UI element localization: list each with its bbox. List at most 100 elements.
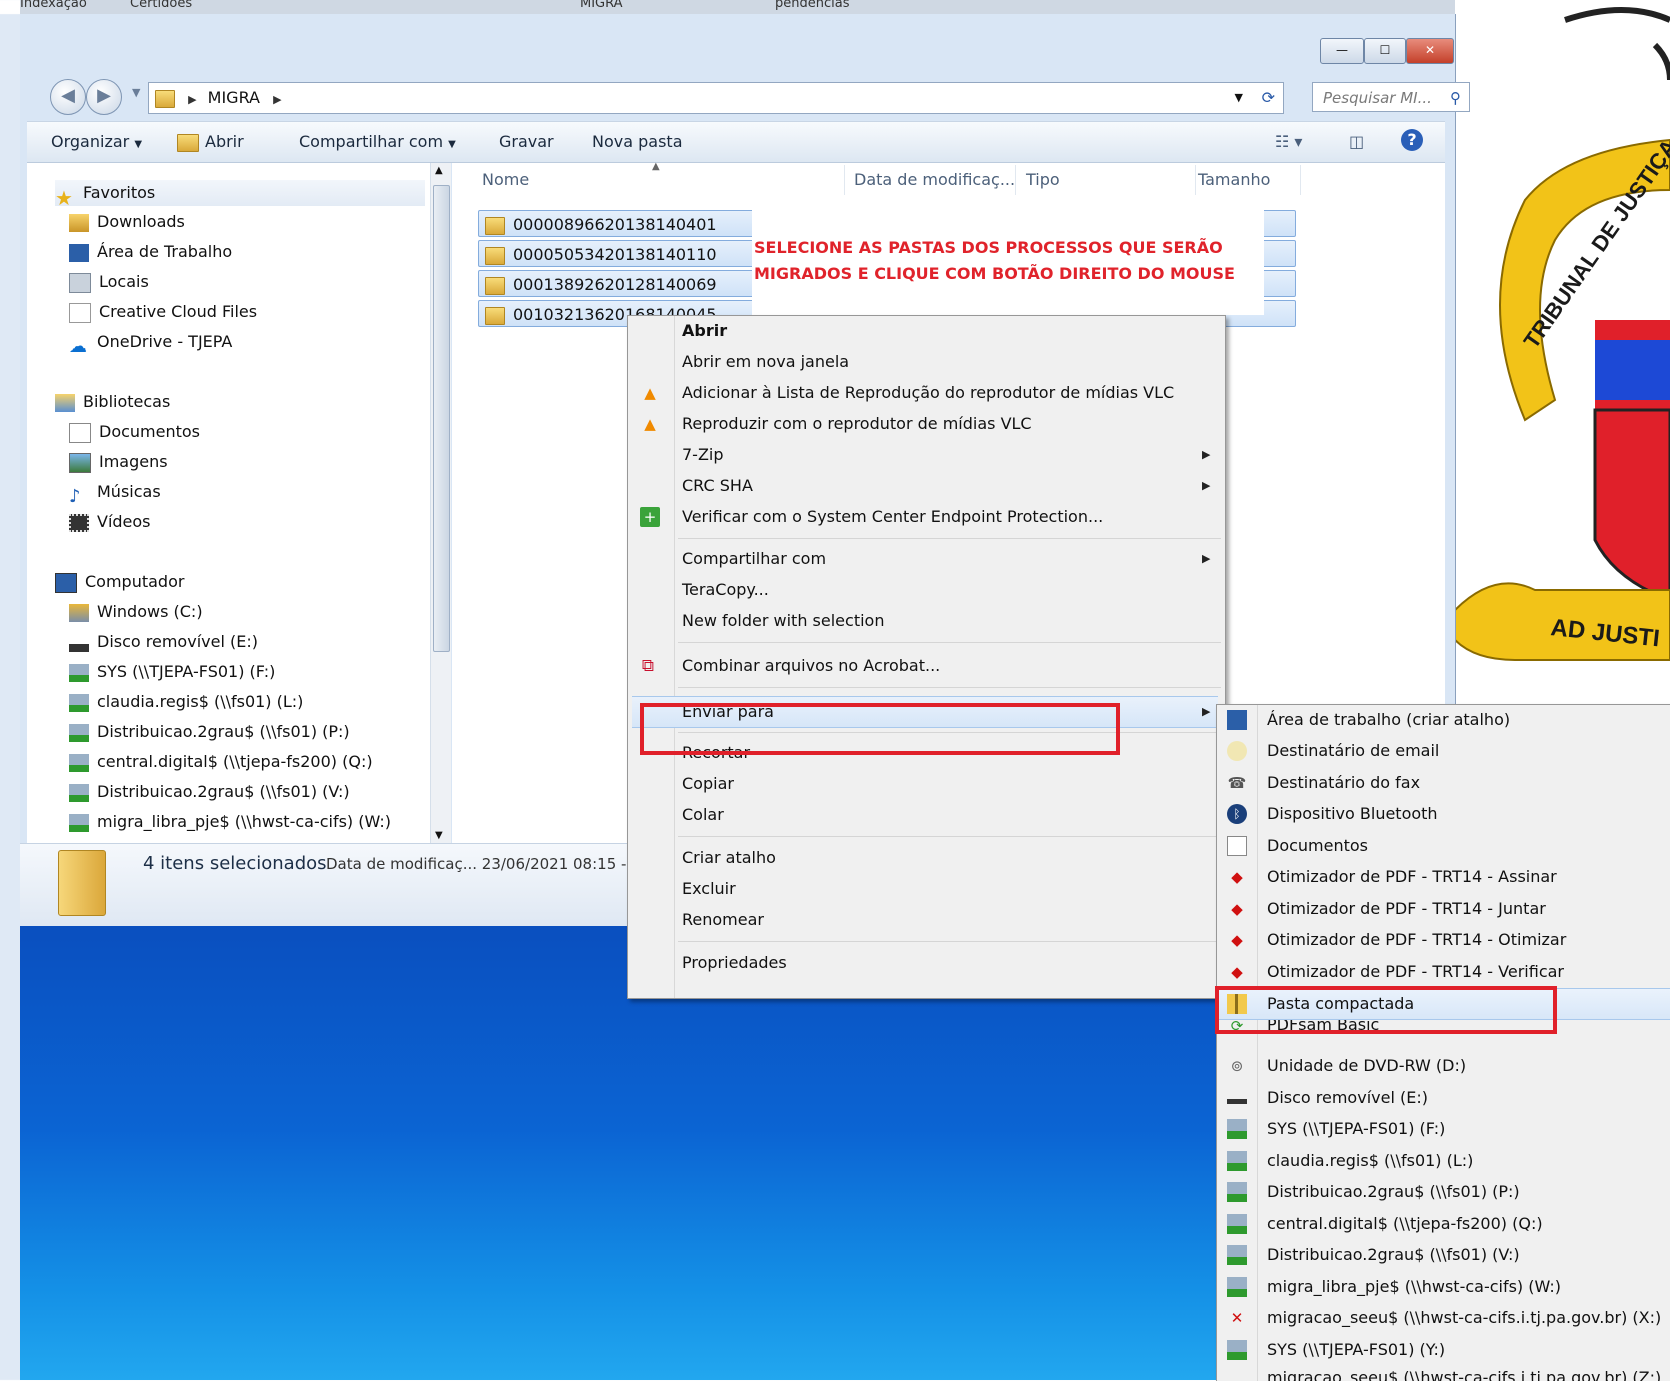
- send-to-drive-p[interactable]: Distribuicao.2grau$ (\\fs01) (P:): [1217, 1177, 1670, 1207]
- back-button[interactable]: ◀: [50, 79, 86, 115]
- dvd-drive-icon: ⊚: [1230, 1057, 1244, 1075]
- column-type[interactable]: Tipo: [1026, 170, 1060, 189]
- send-to-email[interactable]: Destinatário de email: [1217, 736, 1670, 766]
- menu-item-vlc-play[interactable]: ▲ Reproduzir com o reprodutor de mídias V…: [628, 409, 1225, 439]
- menu-item-copy[interactable]: Copiar: [628, 769, 1225, 799]
- send-to-drive-y[interactable]: SYS (\\TJEPA-FS01) (Y:): [1217, 1335, 1670, 1365]
- new-folder-button[interactable]: Nova pasta: [592, 132, 683, 151]
- nav-drive-q[interactable]: central.digital$ (\\tjepa-fs200) (Q:): [69, 749, 373, 775]
- send-to-fax[interactable]: ☎ Destinatário do fax: [1217, 768, 1670, 798]
- callout-line: SELECIONE AS PASTAS DOS PROCESSOS QUE SE…: [754, 238, 1223, 257]
- acrobat-icon: ⧉: [641, 656, 655, 676]
- send-to-drive-f[interactable]: SYS (\\TJEPA-FS01) (F:): [1217, 1114, 1670, 1144]
- view-options-icon[interactable]: ☷ ▾: [1275, 132, 1302, 151]
- history-chevron-icon[interactable]: ▼: [132, 86, 140, 99]
- close-button[interactable]: ✕: [1406, 38, 1454, 64]
- breadcrumb-chevron-icon[interactable]: ▶: [188, 93, 196, 106]
- annotation-highlight-send-to: [640, 703, 1120, 755]
- send-to-pdf-verify[interactable]: ◆ Otimizador de PDF - TRT14 - Verificar: [1217, 957, 1670, 987]
- preview-pane-icon[interactable]: ◫: [1349, 132, 1364, 151]
- menu-item-delete[interactable]: Excluir: [628, 874, 1225, 904]
- nav-item-musicas[interactable]: ♪ Músicas: [69, 479, 161, 507]
- navigation-scrollbar[interactable]: ▲ ▼: [430, 163, 451, 843]
- nav-item-downloads[interactable]: Downloads: [69, 209, 185, 235]
- send-to-documents[interactable]: Documentos: [1217, 831, 1670, 861]
- nav-drive-c[interactable]: Windows (C:): [69, 599, 203, 625]
- column-divider[interactable]: [844, 165, 845, 195]
- send-to-bluetooth[interactable]: ᛒ Dispositivo Bluetooth: [1217, 799, 1670, 829]
- maximize-button[interactable]: ☐: [1364, 38, 1406, 64]
- nav-drive-e[interactable]: Disco removível (E:): [69, 629, 258, 655]
- open-button[interactable]: Abrir: [177, 132, 244, 152]
- share-menu[interactable]: Compartilhar com ▼: [299, 132, 456, 151]
- address-box[interactable]: ▶ MIGRA ▶ ▼ ⟳: [148, 82, 1284, 114]
- scroll-down-icon[interactable]: ▼: [435, 830, 443, 841]
- nav-favorites[interactable]: ★ Favoritos: [55, 180, 425, 210]
- send-to-pdf-optimize[interactable]: ◆ Otimizador de PDF - TRT14 - Otimizar: [1217, 925, 1670, 955]
- column-divider[interactable]: [1015, 165, 1016, 195]
- send-to-drive-x[interactable]: ✕ migracao_seeu$ (\\hwst-ca-cifs.i.tj.pa.…: [1217, 1303, 1670, 1333]
- nav-item-imagens[interactable]: Imagens: [69, 449, 168, 475]
- nav-drive-w[interactable]: migra_libra_pje$ (\\hwst-ca-cifs) (W:): [69, 809, 391, 835]
- send-to-drive-w[interactable]: migra_libra_pje$ (\\hwst-ca-cifs) (W:): [1217, 1272, 1670, 1302]
- nav-item-documentos[interactable]: Documentos: [69, 419, 200, 445]
- menu-label: Abrir: [682, 321, 728, 340]
- search-input[interactable]: Pesquisar MI... ⚲: [1312, 82, 1470, 112]
- send-to-drive-z[interactable]: migracao_seeu$ (\\hwst-ca-cifs.i.tj.pa.g…: [1217, 1366, 1670, 1381]
- nav-item-locais[interactable]: Locais: [69, 269, 149, 295]
- menu-item-open[interactable]: Abrir: [628, 316, 1225, 346]
- send-to-drive-l[interactable]: claudia.regis$ (\\fs01) (L:): [1217, 1146, 1670, 1176]
- column-divider[interactable]: [1195, 165, 1196, 195]
- search-icon[interactable]: ⚲: [1450, 83, 1461, 113]
- menu-item-paste[interactable]: Colar: [628, 800, 1225, 830]
- scroll-up-icon[interactable]: ▲: [435, 165, 443, 176]
- menu-item-vlc-add[interactable]: ▲ Adicionar à Lista de Reprodução do repr…: [628, 378, 1225, 408]
- network-drive-icon: [69, 783, 89, 802]
- menu-item-open-new-window[interactable]: Abrir em nova janela: [628, 347, 1225, 377]
- send-to-pdf-join[interactable]: ◆ Otimizador de PDF - TRT14 - Juntar: [1217, 894, 1670, 924]
- nav-drive-v[interactable]: Distribuicao.2grau$ (\\fs01) (V:): [69, 779, 350, 805]
- fax-icon: ☎: [1227, 774, 1247, 792]
- nav-item-videos[interactable]: Vídeos: [69, 509, 151, 535]
- send-to-pdf-sign[interactable]: ◆ Otimizador de PDF - TRT14 - Assinar: [1217, 862, 1670, 892]
- address-dropdown-icon[interactable]: ▼: [1235, 83, 1243, 113]
- column-modified[interactable]: Data de modificaç...: [854, 170, 1015, 189]
- nav-drive-p[interactable]: Distribuicao.2grau$ (\\fs01) (P:): [69, 719, 350, 745]
- breadcrumb-migra[interactable]: MIGRA: [208, 88, 260, 107]
- nav-drive-f[interactable]: SYS (\\TJEPA-FS01) (F:): [69, 659, 275, 685]
- menu-item-7zip[interactable]: 7-Zip ▶: [628, 440, 1225, 470]
- help-icon[interactable]: ?: [1401, 129, 1423, 151]
- nav-item-desktop[interactable]: Área de Trabalho: [69, 239, 232, 265]
- nav-libraries[interactable]: Bibliotecas: [55, 389, 170, 415]
- menu-item-acrobat-combine[interactable]: ⧉ Combinar arquivos no Acrobat...: [628, 651, 1225, 681]
- breadcrumb-chevron-icon[interactable]: ▶: [273, 93, 281, 106]
- menu-item-rename[interactable]: Renomear: [628, 905, 1225, 935]
- nav-drive-l[interactable]: claudia.regis$ (\\fs01) (L:): [69, 689, 303, 715]
- send-to-drive-v[interactable]: Distribuicao.2grau$ (\\fs01) (V:): [1217, 1240, 1670, 1270]
- nav-item-creative-cloud[interactable]: Creative Cloud Files: [69, 299, 257, 325]
- menu-item-share-with[interactable]: Compartilhar com ▶: [628, 544, 1225, 574]
- send-to-desktop[interactable]: Área de trabalho (criar atalho): [1217, 705, 1670, 735]
- menu-item-properties[interactable]: Propriedades: [628, 948, 1225, 978]
- star-icon: ★: [55, 185, 73, 210]
- menu-item-teracopy[interactable]: TeraCopy...: [628, 575, 1225, 605]
- music-icon: ♪: [69, 485, 81, 507]
- menu-item-scep-scan[interactable]: + Verificar com o System Center Endpoint …: [628, 502, 1225, 532]
- menu-item-crc-sha[interactable]: CRC SHA ▶: [628, 471, 1225, 501]
- menu-item-new-folder-selection[interactable]: New folder with selection: [628, 606, 1225, 636]
- scrollbar-thumb[interactable]: [433, 185, 450, 652]
- burn-button[interactable]: Gravar: [499, 132, 554, 151]
- column-name[interactable]: Nome: [482, 170, 529, 189]
- nav-computer[interactable]: Computador: [55, 569, 184, 595]
- send-to-drive-q[interactable]: central.digital$ (\\tjepa-fs200) (Q:): [1217, 1209, 1670, 1239]
- nav-item-onedrive[interactable]: ☁ OneDrive - TJEPA: [69, 329, 232, 357]
- column-divider[interactable]: [1300, 165, 1301, 195]
- send-to-dvd[interactable]: ⊚ Unidade de DVD-RW (D:): [1217, 1051, 1670, 1081]
- menu-item-create-shortcut[interactable]: Criar atalho: [628, 843, 1225, 873]
- organize-menu[interactable]: Organizar ▼: [51, 132, 142, 151]
- column-size[interactable]: Tamanho: [1198, 170, 1270, 189]
- forward-button[interactable]: ▶: [86, 79, 122, 115]
- refresh-icon[interactable]: ⟳: [1262, 83, 1275, 113]
- send-to-removable-e[interactable]: Disco removível (E:): [1217, 1083, 1670, 1113]
- minimize-button[interactable]: —: [1320, 38, 1364, 64]
